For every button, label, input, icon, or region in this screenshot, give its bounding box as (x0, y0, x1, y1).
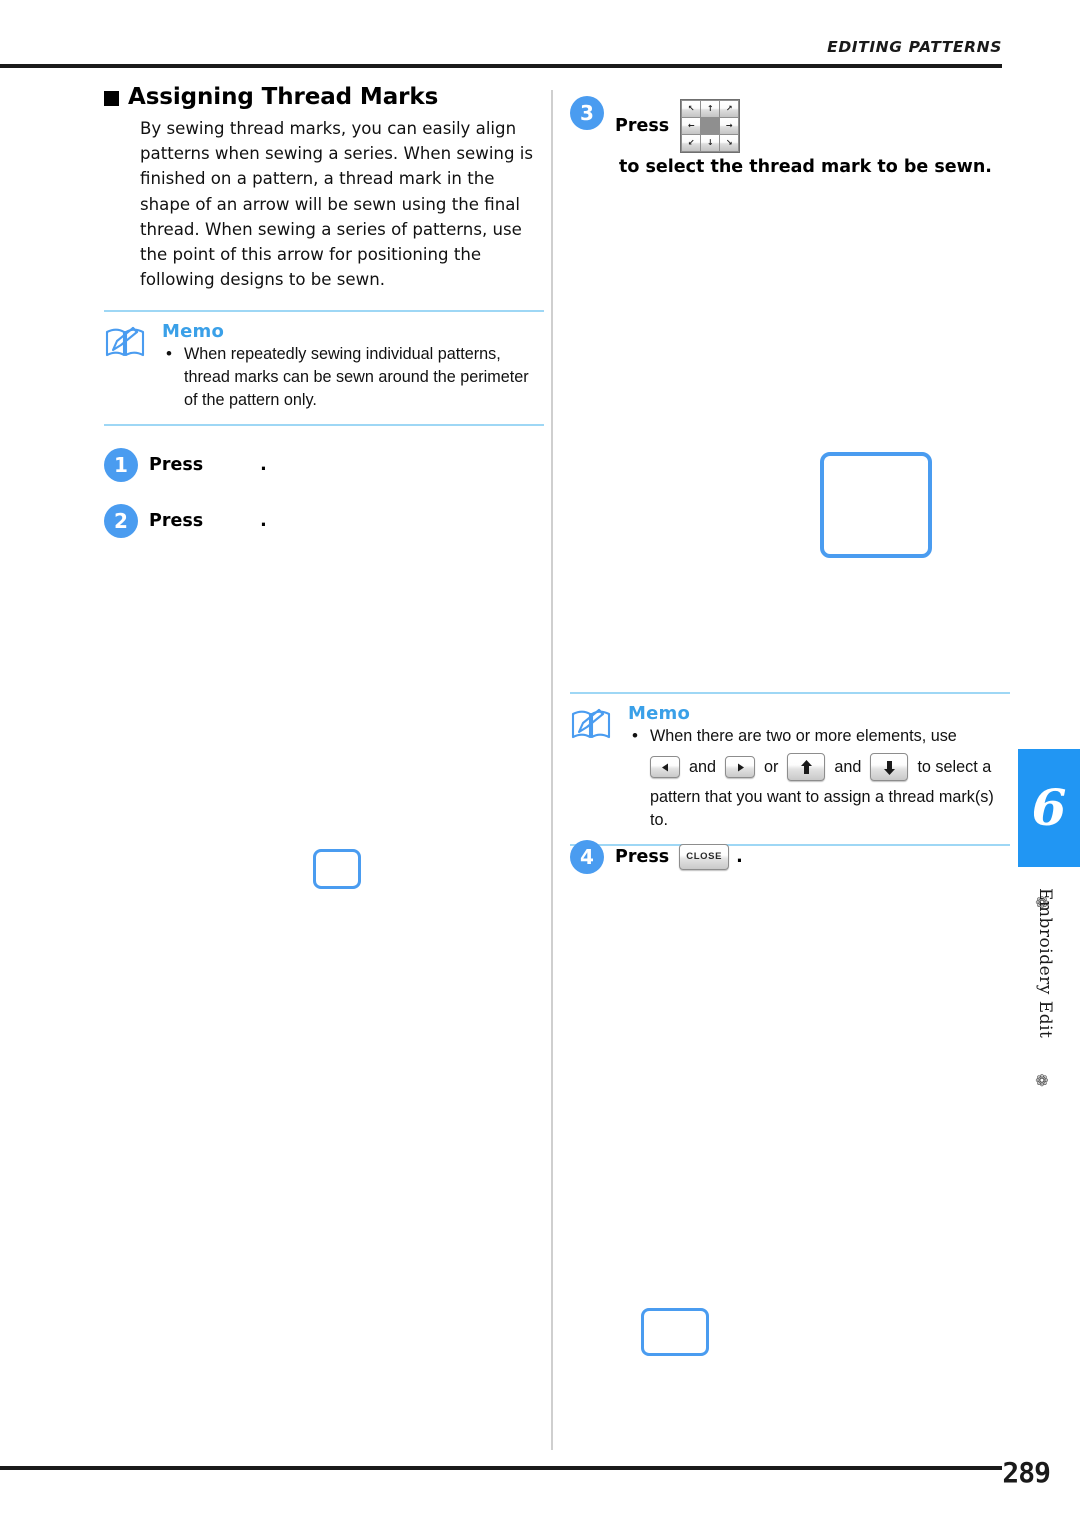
step-1-text: Press . (149, 448, 267, 479)
step-4-lead: Press (615, 847, 670, 867)
memo-item: When repeatedly sewing individual patter… (162, 342, 544, 412)
chapter-number: 6 (1031, 778, 1067, 837)
missing-key-icon[interactable] (210, 456, 256, 474)
square-bullet-icon (104, 90, 119, 106)
dpad-up-key[interactable]: ↑ (701, 101, 720, 117)
step-2-tail: . (260, 511, 267, 532)
step-4-tail: . (736, 847, 743, 867)
dpad-up-left-key[interactable]: ↖ (682, 101, 701, 117)
step-number-badge: 1 (104, 448, 138, 483)
memo-block-left: Memo When repeatedly sewing individual p… (104, 310, 544, 427)
memo-item: When there are two or more elements, use… (628, 724, 1010, 832)
step-1: 1 Press . (104, 448, 544, 483)
chapter-side-label: Embroidery Edit (1035, 888, 1055, 1039)
arrow-right-key[interactable] (725, 756, 756, 778)
page-number: 289 (1002, 1456, 1051, 1489)
page-title: Assigning Thread Marks (128, 84, 439, 110)
memo-title: Memo (162, 321, 225, 343)
ornament-icon: ❁ (1035, 1071, 1049, 1090)
memo-inline-tail: to select a (917, 757, 992, 776)
step-4-text: Press CLOSE . (615, 840, 743, 871)
dpad-up-right-key[interactable]: ↗ (720, 101, 739, 117)
close-button-key[interactable]: CLOSE (679, 844, 730, 870)
figure-placeholder-step4 (641, 1308, 709, 1356)
memo-word-and-1: and (689, 757, 717, 776)
dpad-center-key[interactable] (701, 118, 720, 134)
memo-word-or: or (764, 757, 779, 776)
dpad-right-key[interactable]: → (720, 118, 739, 134)
right-column: 3 Press ↖ ↑ ↗ ← → ↙ ↓ ↘ to select the th… (570, 96, 1010, 181)
header-rule (0, 64, 1002, 68)
section-heading: Assigning Thread Marks (104, 84, 544, 110)
dpad-down-key[interactable]: ↓ (701, 135, 720, 151)
chapter-tab: 6 (1018, 749, 1080, 867)
step-2-lead: Press (149, 511, 204, 532)
running-head: EDITING PATTERNS (827, 38, 1002, 56)
step-3-tail: to select the thread mark to be sewn. (619, 157, 992, 177)
memo-title: Memo (628, 703, 691, 724)
missing-key-icon[interactable] (210, 512, 256, 530)
memo-book-pencil-icon (104, 326, 146, 359)
arrow-left-key[interactable] (650, 756, 680, 778)
step-2: 2 Press . (104, 504, 544, 539)
memo-inline-controls: and or and to select a (650, 753, 1010, 781)
step-4: 4 Press CLOSE . (570, 840, 743, 874)
step-3-text: Press ↖ ↑ ↗ ← → ↙ ↓ ↘ to select the thre… (615, 96, 1010, 181)
step-number-badge: 2 (104, 504, 138, 539)
step-number-badge: 4 (570, 840, 604, 874)
step-number-badge: 3 (570, 96, 604, 130)
memo-line-1: When there are two or more elements, use (650, 727, 957, 745)
left-column: Assigning Thread Marks By sewing thread … (104, 84, 544, 539)
memo-list: When repeatedly sewing individual patter… (154, 342, 544, 412)
step-1-lead: Press (149, 455, 204, 476)
memo-line-3: pattern that you want to assign a thread (650, 788, 935, 806)
column-divider (551, 90, 553, 1450)
memo-list: When there are two or more elements, use… (620, 724, 1010, 832)
dpad-9way-arrow-icon[interactable]: ↖ ↑ ↗ ← → ↙ ↓ ↘ (680, 99, 741, 153)
step-2-text: Press . (149, 504, 267, 535)
memo-block-right: Memo When there are two or more elements… (570, 692, 1010, 846)
memo-word-and-2: and (834, 757, 862, 776)
figure-placeholder-step3 (820, 452, 932, 558)
figure-placeholder-step2 (313, 849, 361, 889)
dpad-down-left-key[interactable]: ↙ (682, 135, 701, 151)
dpad-left-key[interactable]: ← (682, 118, 701, 134)
arrow-down-key[interactable] (870, 753, 909, 781)
arrow-up-key[interactable] (787, 753, 826, 781)
footer-rule (0, 1466, 1002, 1470)
memo-book-pencil-icon (570, 708, 612, 741)
dpad-down-right-key[interactable]: ↘ (720, 135, 739, 151)
step-3-lead: Press (615, 116, 670, 136)
intro-paragraph: By sewing thread marks, you can easily a… (140, 119, 534, 290)
step-1-tail: . (260, 455, 267, 476)
step-3: 3 Press ↖ ↑ ↗ ← → ↙ ↓ ↘ to select the th… (570, 96, 1010, 181)
